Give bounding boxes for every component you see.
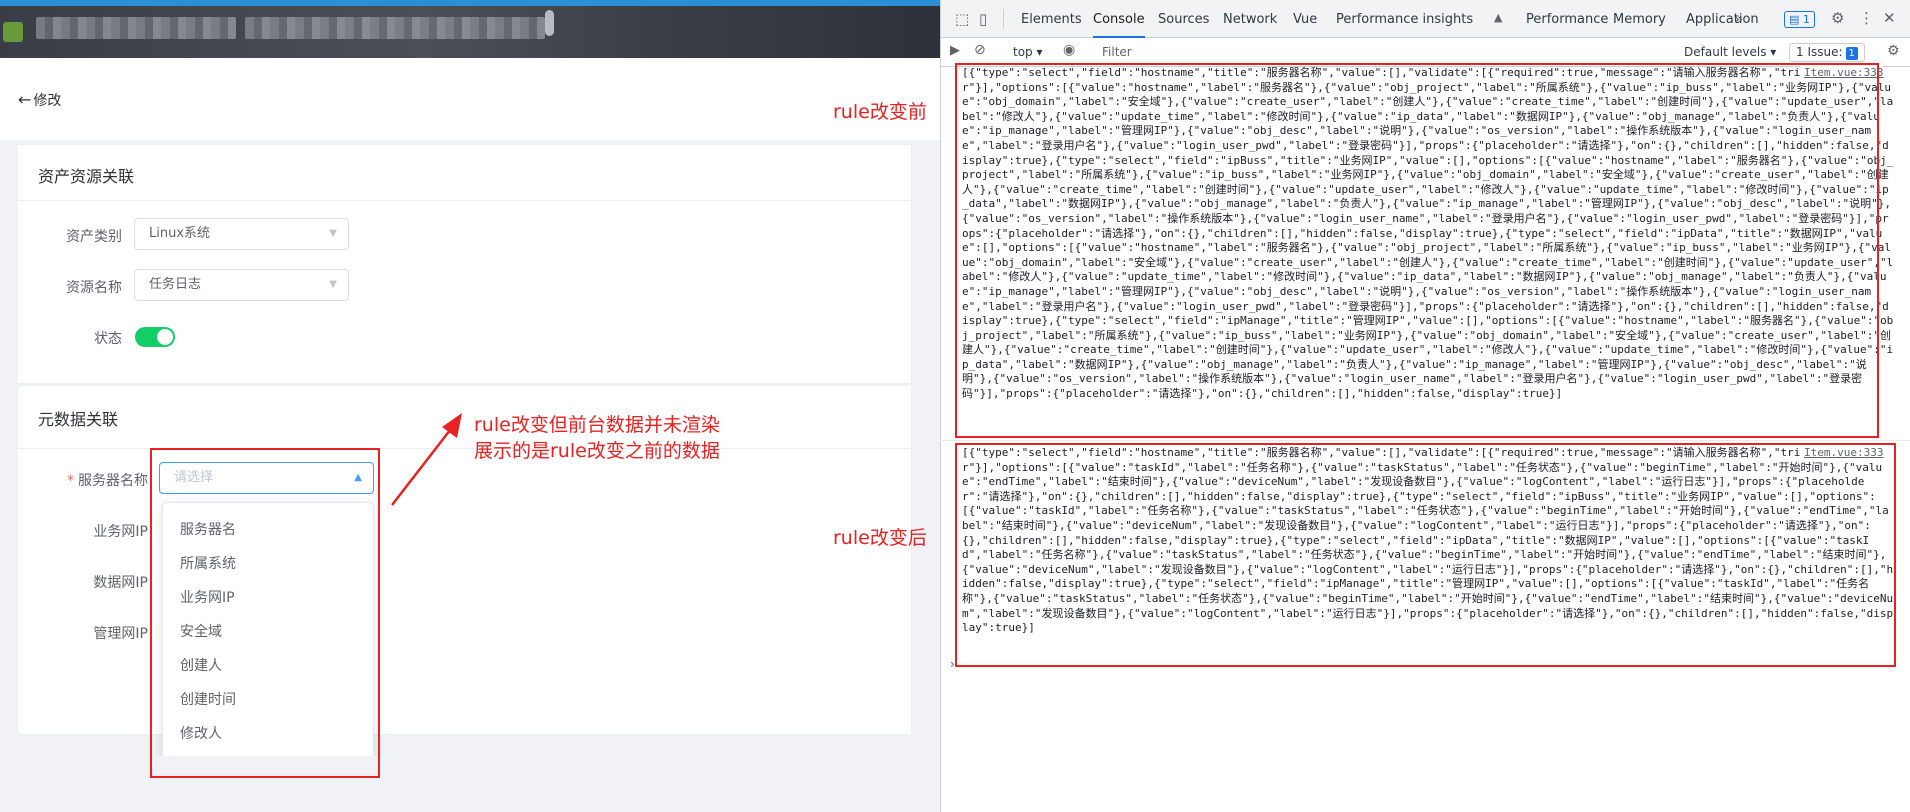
card-divider — [18, 200, 911, 201]
asset-type-value: Linux系统 — [149, 226, 211, 241]
resource-name-value: 任务日志 — [149, 277, 202, 292]
annotation-arrow-icon — [391, 413, 462, 506]
mgmt-ip-label: 管理网IP — [93, 626, 148, 642]
card-title: 资产资源关联 — [38, 167, 135, 186]
data-ip-label: 数据网IP — [93, 575, 148, 591]
card-title: 元数据关联 — [38, 410, 119, 429]
issues-button[interactable]: 1 Issue: 1 — [1789, 43, 1865, 62]
topbar-pin — [545, 10, 554, 36]
clear-console-icon[interactable]: ⊘ — [974, 42, 986, 58]
biz-ip-label: 业务网IP — [93, 524, 148, 540]
status-switch[interactable] — [135, 327, 175, 347]
topbar-accent — [0, 0, 940, 6]
badge-count: 1 — [1802, 13, 1810, 26]
log-levels-select[interactable]: Default levels ▾ — [1684, 45, 1776, 59]
back-button[interactable]: ← 修改 — [18, 90, 61, 110]
tab-elements[interactable]: Elements — [1021, 0, 1082, 38]
back-label: 修改 — [33, 93, 62, 109]
flask-icon: ▲ — [1494, 11, 1503, 24]
chevron-down-icon: ▼ — [329, 279, 337, 290]
inspect-icon[interactable]: ⬚ — [955, 10, 969, 28]
highlight-box-before — [955, 63, 1879, 438]
tab-network[interactable]: Network — [1223, 0, 1277, 38]
blurred-title — [36, 17, 236, 39]
tab-application[interactable]: Application — [1686, 0, 1759, 38]
blurred-nav — [245, 17, 545, 39]
annotation-before: rule改变前 — [833, 101, 927, 123]
asset-resource-card: 资产资源关联 — [17, 144, 912, 384]
sidebar-toggle-icon[interactable]: ▶ — [950, 43, 960, 58]
status-label: 状态 — [94, 331, 122, 347]
asset-type-label: 资产类别 — [66, 229, 122, 245]
gear-icon[interactable]: ⚙ — [1831, 9, 1844, 27]
close-icon[interactable]: ✕ — [1883, 9, 1896, 27]
tab-divider — [1003, 9, 1004, 29]
tab-sources[interactable]: Sources — [1158, 0, 1209, 38]
kebab-menu-icon[interactable]: ⋮ — [1859, 9, 1874, 27]
app-topbar — [0, 0, 940, 58]
console-settings-icon[interactable]: ⚙ — [1887, 43, 1900, 59]
resource-name-label: 资源名称 — [66, 280, 122, 296]
tab-memory[interactable]: Memory — [1613, 0, 1666, 38]
highlight-box-dropdown — [150, 448, 380, 778]
filter-placeholder: Filter — [1102, 45, 1132, 59]
annotation-note-line1: rule改变但前台数据并未渲染 — [474, 414, 720, 436]
tab-console[interactable]: Console — [1093, 0, 1145, 38]
annotation-note-line2: 展示的是rule改变之前的数据 — [474, 440, 720, 462]
devtools-tabbar: ⬚ ▯ Elements Console Sources Network Vue… — [941, 0, 1910, 38]
issues-label: 1 Issue: — [1796, 45, 1843, 59]
switch-knob — [157, 329, 173, 345]
tab-vue[interactable]: Vue — [1293, 0, 1317, 38]
messages-badge[interactable]: ▤ 1 — [1784, 11, 1815, 28]
server-name-text: 服务器名称 — [78, 473, 148, 489]
log-separator — [940, 440, 1910, 441]
annotation-after: rule改变后 — [833, 527, 927, 549]
page-header — [0, 58, 940, 140]
asset-type-select[interactable]: Linux系统 ▼ — [134, 218, 349, 250]
issues-count: 1 — [1845, 47, 1858, 60]
device-toolbar-icon[interactable]: ▯ — [979, 10, 987, 28]
context-select[interactable]: top ▾ — [1013, 45, 1043, 59]
arrow-left-icon: ← — [18, 90, 32, 109]
log-levels-value: Default levels — [1684, 45, 1767, 59]
filter-input[interactable]: Filter — [1096, 42, 1566, 63]
required-mark: * — [67, 473, 74, 489]
chevron-down-icon: ▼ — [329, 228, 337, 239]
resource-name-select[interactable]: 任务日志 ▼ — [134, 269, 349, 301]
more-tabs-icon[interactable]: » — [1734, 10, 1743, 28]
app-logo[interactable] — [3, 22, 23, 42]
highlight-box-after — [955, 443, 1896, 667]
app-pane: ← 修改 资产资源关联 资产类别 Linux系统 ▼ 资源名称 任务日志 ▼ 状态… — [0, 0, 940, 812]
tab-performance-insights[interactable]: Performance insights — [1336, 0, 1473, 38]
context-value: top — [1013, 45, 1033, 59]
tab-performance[interactable]: Performance — [1526, 0, 1608, 38]
eye-icon[interactable]: ◉ — [1063, 42, 1075, 58]
bottom-strip — [0, 756, 940, 812]
server-name-label: * 服务器名称 — [38, 470, 148, 490]
